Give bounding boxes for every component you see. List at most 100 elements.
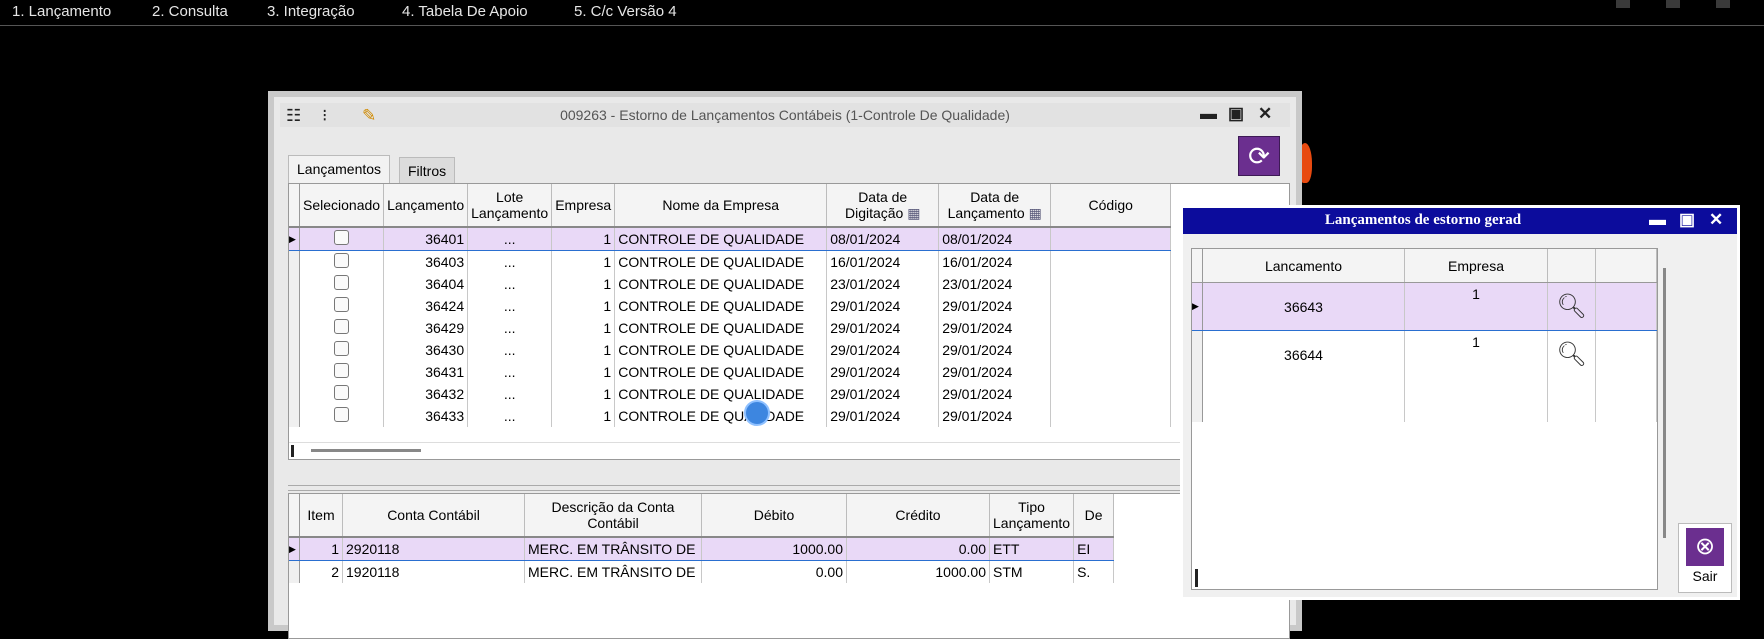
minimize-icon[interactable]: ▬ [1200,104,1217,124]
popup-vertical-scrollbar[interactable] [1660,268,1670,550]
cell-codigo [1050,383,1172,405]
cell-data-digitacao: 29/01/2024 [826,339,940,361]
tab-lancamentos[interactable]: Lançamentos [288,155,391,185]
cell-lote: ... [467,405,553,427]
menu-cc-versao4[interactable]: 5. C/c Versão 4 [574,3,677,20]
cell-codigo [1050,226,1172,251]
table-row[interactable]: 2 1920118 MERC. EM TRÂNSITO DE 0.00 1000.00 S… [289,560,1115,583]
maximize-icon[interactable]: ▣ [1228,104,1244,124]
col-data-lancamento-label: Data de Lançamento [947,189,1025,221]
table-row[interactable]: 36404... 1 CONTROLE DE QUALIDADE 23/01/2024… [289,273,1172,295]
select-checkbox[interactable] [334,230,350,245]
sair-button[interactable]: ⊗ Sair [1678,523,1732,593]
table-row[interactable]: ▶ 1 2920118 MERC. EM TRÂNSITO DE 1000.00 0.00… [289,536,1115,561]
menu-lancamento[interactable]: 1. Lançamento [12,3,111,20]
menu-consulta[interactable]: 2. Consulta [152,3,228,20]
magnifier-icon[interactable]: 🔍︎ [1547,330,1596,378]
table-row[interactable]: 36432... 1 CONTROLE DE QUALIDADE 29/01/2024… [289,383,1172,405]
cell-nome-empresa: CONTROLE DE QUALIDADE [614,250,828,273]
cell-data-digitacao: 29/01/2024 [826,405,940,427]
popup-close-icon[interactable]: ✕ [1709,210,1723,230]
col-debito[interactable]: Débito [701,494,847,538]
table-row[interactable]: ▶ 36643 1 🔍︎ [1192,282,1657,331]
top-minimize-button[interactable] [1616,0,1630,8]
window-title: 009263 - Estorno de Lançamentos Contábei… [560,107,1010,123]
empty-cell [1595,378,1657,422]
table-row[interactable]: 36403... 1 CONTROLE DE QUALIDADE 16/01/2024… [289,250,1172,273]
table-row[interactable]: 36430... 1 CONTROLE DE QUALIDADE 29/01/2024… [289,339,1172,361]
col-item[interactable]: Item [299,494,343,538]
cell-nome-empresa: CONTROLE DE QUALIDADE [614,273,828,295]
select-cell [299,383,385,405]
col-data-digitacao[interactable]: Data de Digitação ▦ [826,184,940,228]
col-codigo[interactable]: Código [1050,184,1172,228]
col-popup-lancamento[interactable]: Lancamento [1202,249,1405,283]
cell-empresa: 1 [551,226,616,251]
row-indicator: ▶ [1192,282,1203,331]
col-data-lancamento[interactable]: Data de Lançamento ▦ [938,184,1052,228]
table-row[interactable]: 36424... 1 CONTROLE DE QUALIDADE 29/01/2024… [289,295,1172,317]
cell-data-lancamento: 29/01/2024 [938,295,1052,317]
top-close-button[interactable] [1716,0,1730,8]
cell-tipo-lancamento: ETT [989,536,1075,561]
table-row[interactable]: 36433... 1 CONTROLE DE QUALIDADE 29/01/2024… [289,405,1172,427]
close-icon[interactable]: ✕ [1258,104,1272,124]
col-lote[interactable]: Lote Lançamento [467,184,553,228]
cell-nome-empresa: CONTROLE DE QUALIDADE [614,405,828,427]
col-conta-contabil[interactable]: Conta Contábil [342,494,525,538]
select-checkbox[interactable] [334,253,350,268]
col-tipo-lancamento[interactable]: Tipo Lançamento [989,494,1075,538]
select-checkbox[interactable] [334,275,350,290]
select-checkbox[interactable] [334,297,350,312]
col-credito[interactable]: Crédito [846,494,990,538]
calendar-icon[interactable]: ▦ [1029,205,1042,221]
cell-nome-empresa: CONTROLE DE QUALIDADE [614,339,828,361]
cell-lote: ... [467,250,553,273]
col-popup-empresa[interactable]: Empresa [1404,249,1548,283]
col-selecionado[interactable]: Selecionado [299,184,385,228]
popup-maximize-icon[interactable]: ▣ [1679,210,1695,230]
cell-data-digitacao: 29/01/2024 [826,361,940,383]
row-indicator [289,383,300,405]
table-row[interactable]: 36644 1 🔍︎ [1192,330,1657,378]
magnifier-icon[interactable]: 🔍︎ [1547,282,1596,331]
cell-lote: ... [467,295,553,317]
col-nome-empresa[interactable]: Nome da Empresa [614,184,828,228]
table-row[interactable]: ▶ 36401... 1 CONTROLE DE QUALIDADE 08/01/202… [289,226,1172,251]
grid-splitter[interactable] [288,485,1288,491]
cell-empresa: 1 [551,405,616,427]
select-checkbox[interactable] [334,319,350,334]
row-indicator [289,405,300,427]
select-checkbox[interactable] [334,341,350,356]
select-checkbox[interactable] [334,407,350,422]
table-header: Selecionado Lançamento Lote Lançamento E… [289,184,1172,228]
cell-debito: 0.00 [701,560,847,583]
select-checkbox[interactable] [334,385,350,400]
menu-tabela-apoio[interactable]: 4. Tabela De Apoio [402,3,528,20]
scroll-thumb[interactable] [1663,268,1666,538]
scroll-thumb[interactable] [311,449,421,452]
menu-integracao[interactable]: 3. Integração [267,3,355,20]
top-restore-button[interactable] [1666,0,1680,8]
row-indicator [289,317,300,339]
select-checkbox[interactable] [334,363,350,378]
popup-minimize-icon[interactable]: ▬ [1649,210,1666,230]
horizontal-scrollbar[interactable] [289,442,1289,459]
cell-lancamento: 36430 [383,339,469,361]
popup-title: Lançamentos de estorno gerad [1324,212,1522,228]
cell-lote: ... [467,226,553,251]
refresh-button[interactable]: ⟳ [1238,136,1280,176]
tab-filtros[interactable]: Filtros [399,157,456,185]
calendar-icon[interactable]: ▦ [907,205,920,221]
col-empresa[interactable]: Empresa [551,184,616,228]
col-lancamento[interactable]: Lançamento [383,184,469,228]
col-extra[interactable]: De [1073,494,1115,538]
col-descricao[interactable]: Descrição da Conta Contábil [524,494,702,538]
cell-nome-empresa: CONTROLE DE QUALIDADE [614,295,828,317]
table-row[interactable]: 36431... 1 CONTROLE DE QUALIDADE 29/01/2024… [289,361,1172,383]
popup-titlebar: Lançamentos de estorno gerad ▬ ▣ ✕ [1183,208,1737,234]
table-row[interactable]: 36429... 1 CONTROLE DE QUALIDADE 29/01/2024… [289,317,1172,339]
cell-popup-empresa: 1 [1404,282,1548,331]
row-indicator: ▶ [289,226,300,251]
table-header: Item Conta Contábil Descrição da Conta C… [289,494,1115,538]
